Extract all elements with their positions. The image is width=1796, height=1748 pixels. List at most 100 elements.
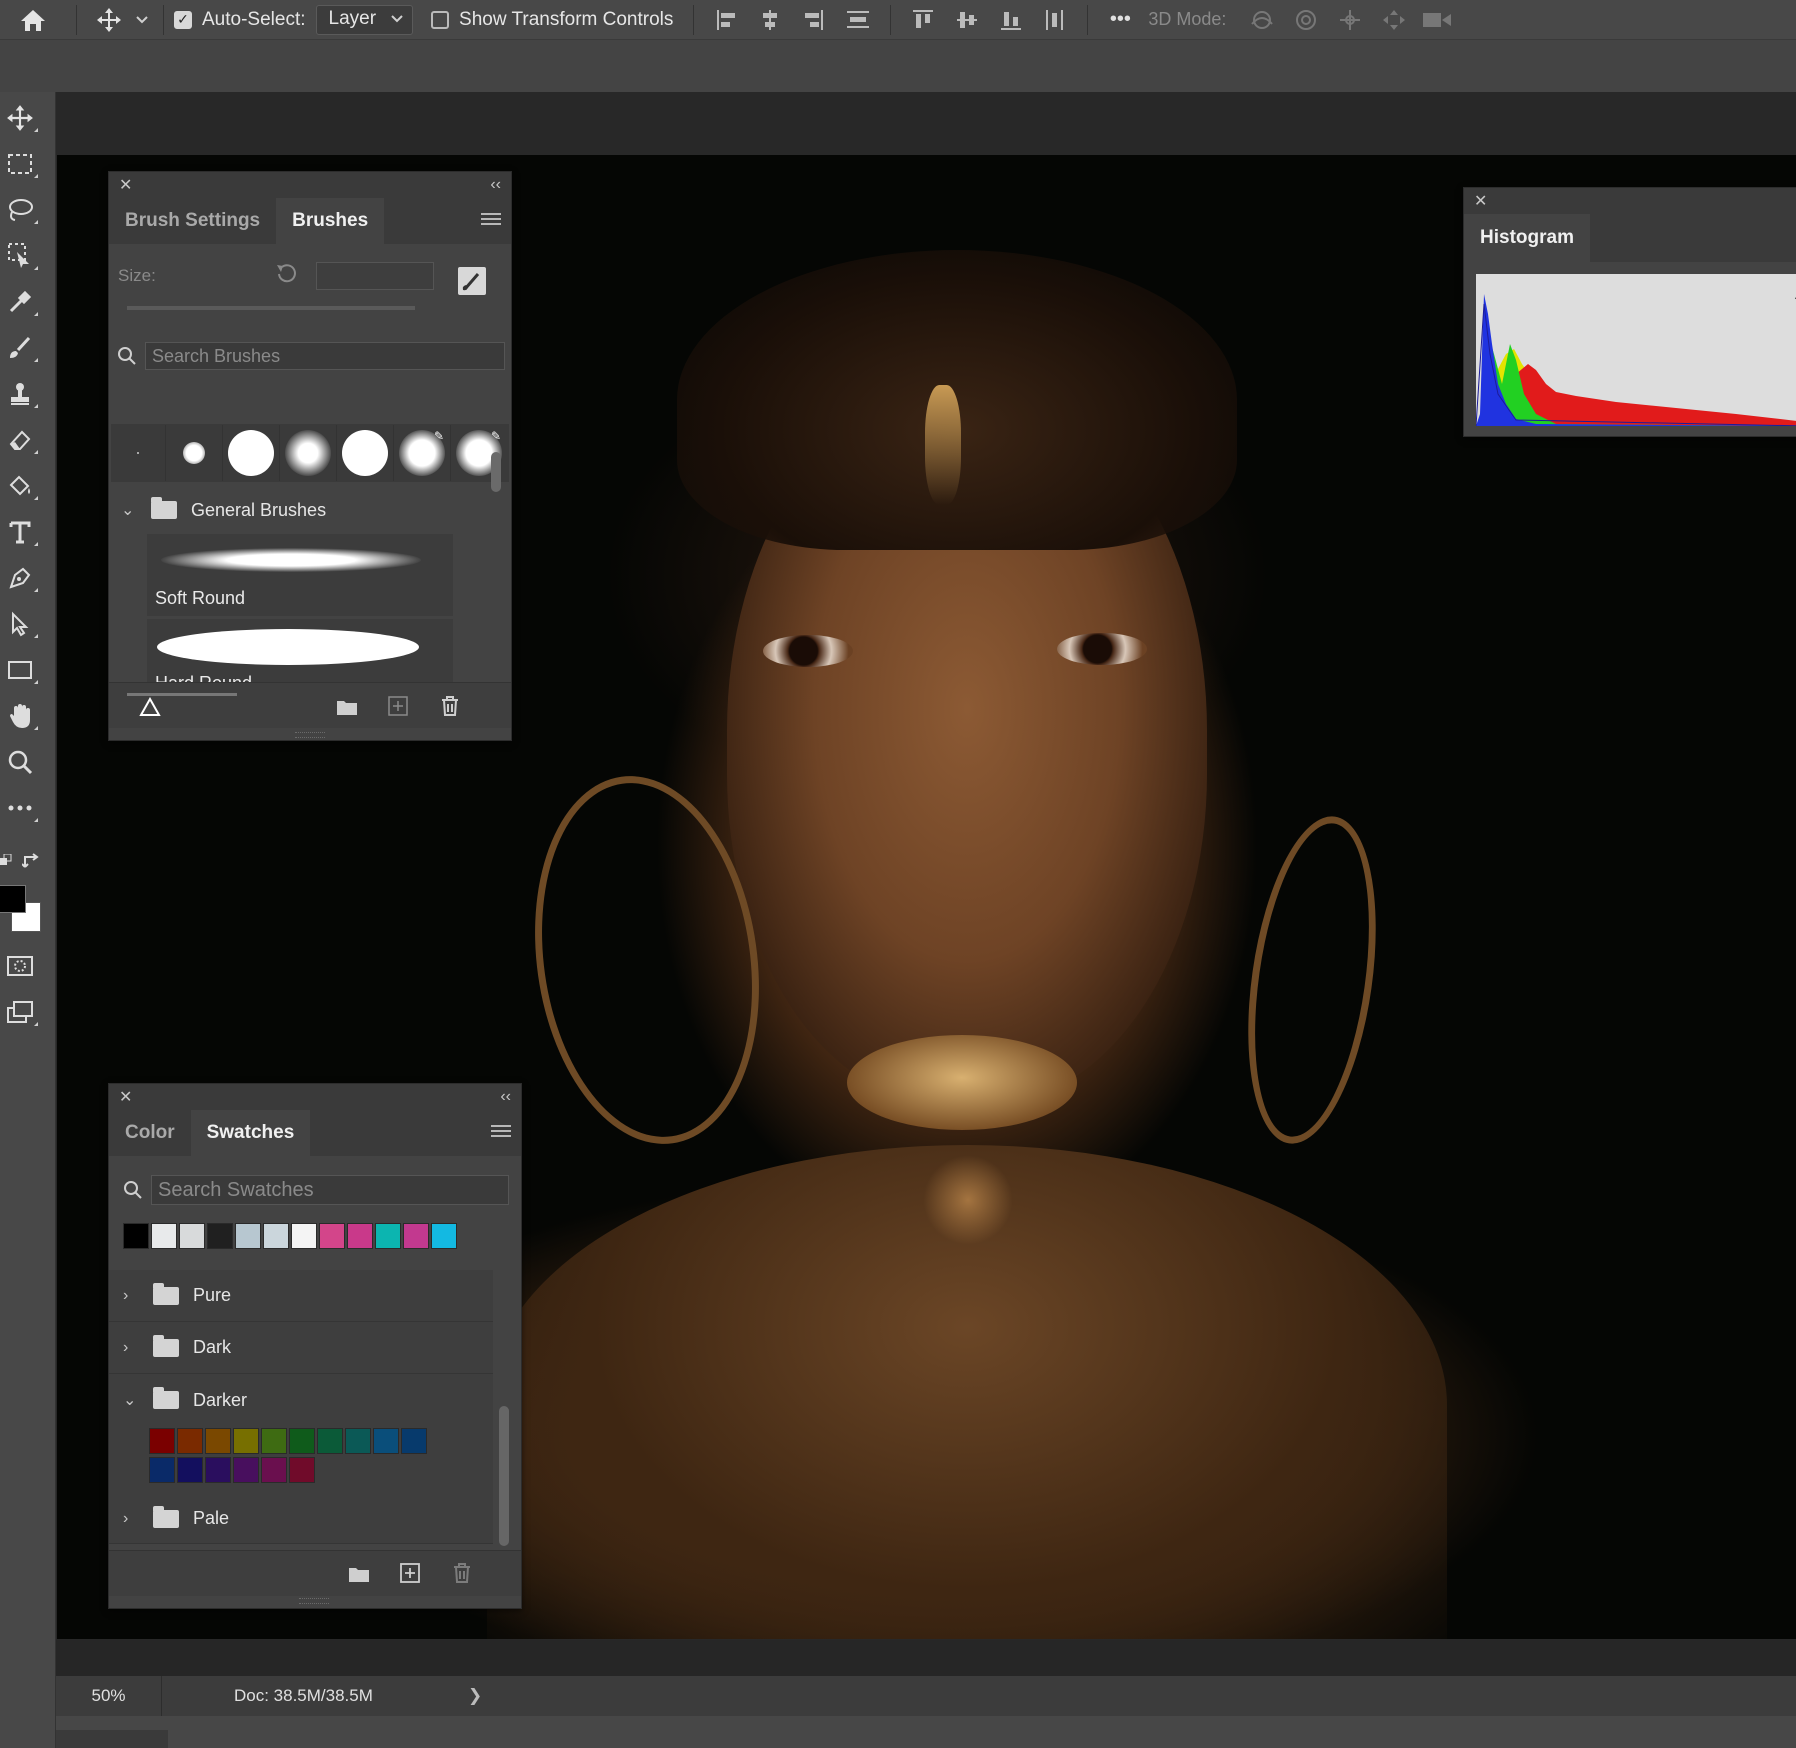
search-swatches-input[interactable] <box>151 1175 509 1205</box>
pen-tool[interactable] <box>0 558 40 598</box>
color-swatch[interactable] <box>403 1223 429 1249</box>
path-selection-tool[interactable] <box>0 604 40 644</box>
swap-colors-icon[interactable] <box>21 852 42 870</box>
scale-3d-icon[interactable] <box>1416 0 1460 40</box>
auto-select-option[interactable]: ✓ Auto-Select: <box>174 9 306 31</box>
tab-swatches[interactable]: Swatches <box>190 1110 311 1156</box>
zoom-tool[interactable] <box>0 742 40 782</box>
swatch-list-scrollbar[interactable] <box>499 1406 509 1546</box>
foreground-color-swatch[interactable] <box>0 885 26 913</box>
auto-select-checkbox[interactable]: ✓ <box>174 10 192 29</box>
color-swatch[interactable] <box>233 1457 259 1483</box>
orbit-3d-icon[interactable] <box>1240 0 1284 40</box>
brush-tip-4[interactable] <box>280 425 337 481</box>
marquee-tool[interactable] <box>0 144 40 184</box>
brush-tip-2[interactable] <box>166 425 223 481</box>
color-swatch[interactable] <box>261 1428 287 1454</box>
brush-preview-size-slider[interactable] <box>127 693 237 696</box>
lasso-tool[interactable] <box>0 190 40 230</box>
color-swatch[interactable] <box>151 1223 177 1249</box>
chevron-down-icon[interactable] <box>131 0 153 40</box>
delete-swatch-icon[interactable] <box>451 1562 473 1589</box>
color-swatch[interactable] <box>345 1428 371 1454</box>
color-swatch[interactable] <box>291 1223 317 1249</box>
color-swatch[interactable] <box>261 1457 287 1483</box>
clone-stamp-tool[interactable] <box>0 374 40 414</box>
color-swatch[interactable] <box>205 1457 231 1483</box>
align-right-edges-icon[interactable] <box>792 0 836 40</box>
folder-darker[interactable]: ⌄ Darker <box>109 1374 493 1426</box>
distribute-vertical-icon[interactable] <box>836 0 880 40</box>
new-swatch-icon[interactable] <box>399 1562 421 1589</box>
close-icon[interactable]: ✕ <box>119 1087 132 1107</box>
eyedropper-tool[interactable] <box>0 282 40 322</box>
color-swatch[interactable] <box>207 1223 233 1249</box>
brush-tip-3[interactable] <box>223 425 280 481</box>
distribute-horizontal-icon[interactable] <box>1033 0 1077 40</box>
default-colors-icon[interactable] <box>0 853 12 868</box>
auto-select-dropdown[interactable]: Layer <box>315 4 414 35</box>
new-folder-icon[interactable] <box>335 697 359 722</box>
color-swatch[interactable] <box>149 1457 175 1483</box>
folder-dark[interactable]: › Dark <box>109 1322 493 1374</box>
show-transform-controls-option[interactable]: Show Transform Controls <box>431 9 673 31</box>
pan-3d-icon[interactable] <box>1328 0 1372 40</box>
edit-toolbar-button[interactable] <box>0 788 40 828</box>
quick-mask-button[interactable] <box>0 946 40 986</box>
color-swatch[interactable] <box>235 1223 261 1249</box>
move-tool[interactable] <box>0 98 40 138</box>
close-icon[interactable]: ✕ <box>1474 191 1487 211</box>
color-swatch[interactable] <box>401 1428 427 1454</box>
color-swatch[interactable] <box>289 1428 315 1454</box>
collapse-icon[interactable]: ‹‹ <box>500 1088 511 1106</box>
histogram-warning-icon[interactable]: ▲ <box>1792 286 1796 302</box>
color-swatch[interactable] <box>205 1428 231 1454</box>
zoom-level[interactable]: 50% <box>56 1676 162 1716</box>
close-icon[interactable]: ✕ <box>119 175 132 195</box>
align-bottom-edges-icon[interactable] <box>989 0 1033 40</box>
color-swatch[interactable] <box>373 1428 399 1454</box>
paint-bucket-tool[interactable] <box>0 466 40 506</box>
align-horizontal-centers-icon[interactable] <box>748 0 792 40</box>
panel-resize-handle[interactable] <box>299 1598 329 1604</box>
more-options-button[interactable]: ••• <box>1098 0 1142 40</box>
color-swatch[interactable] <box>289 1457 315 1483</box>
color-swatch[interactable] <box>177 1457 203 1483</box>
new-brush-icon[interactable] <box>387 695 409 722</box>
color-swatch[interactable] <box>123 1223 149 1249</box>
align-left-edges-icon[interactable] <box>704 0 748 40</box>
create-new-brush-icon[interactable] <box>457 266 487 301</box>
hand-tool[interactable] <box>0 696 40 736</box>
eraser-tool[interactable] <box>0 420 40 460</box>
color-swatch[interactable] <box>263 1223 289 1249</box>
color-swatch[interactable] <box>317 1428 343 1454</box>
folder-pure[interactable]: › Pure <box>109 1270 493 1322</box>
brush-tool[interactable] <box>0 328 40 368</box>
slider-thumb-icon[interactable] <box>139 696 161 722</box>
brush-size-slider[interactable] <box>127 306 415 310</box>
delete-brush-icon[interactable] <box>439 695 461 722</box>
reset-size-icon[interactable] <box>273 262 299 291</box>
tab-color[interactable]: Color <box>109 1110 191 1156</box>
color-swatch[interactable] <box>375 1223 401 1249</box>
slide-3d-icon[interactable] <box>1372 0 1416 40</box>
new-group-icon[interactable] <box>347 1564 371 1589</box>
screen-mode-button[interactable] <box>0 992 40 1032</box>
tab-brushes[interactable]: Brushes <box>276 198 385 244</box>
align-top-edges-icon[interactable] <box>901 0 945 40</box>
color-swatch[interactable] <box>347 1223 373 1249</box>
color-swatch[interactable] <box>149 1428 175 1454</box>
panel-menu-icon[interactable] <box>481 210 501 230</box>
tab-histogram[interactable]: Histogram <box>1464 214 1590 262</box>
roll-3d-icon[interactable] <box>1284 0 1328 40</box>
brush-tip-1[interactable] <box>111 425 166 481</box>
brush-item-soft-round[interactable]: Soft Round <box>147 534 453 616</box>
brush-tip-5[interactable] <box>337 425 394 481</box>
search-brushes-input[interactable] <box>145 342 505 370</box>
move-tool-icon[interactable] <box>87 0 131 40</box>
home-button[interactable] <box>0 0 66 40</box>
color-swatch[interactable] <box>319 1223 345 1249</box>
panel-resize-handle[interactable] <box>295 732 325 738</box>
object-selection-tool[interactable] <box>0 236 40 276</box>
color-swatch[interactable] <box>179 1223 205 1249</box>
